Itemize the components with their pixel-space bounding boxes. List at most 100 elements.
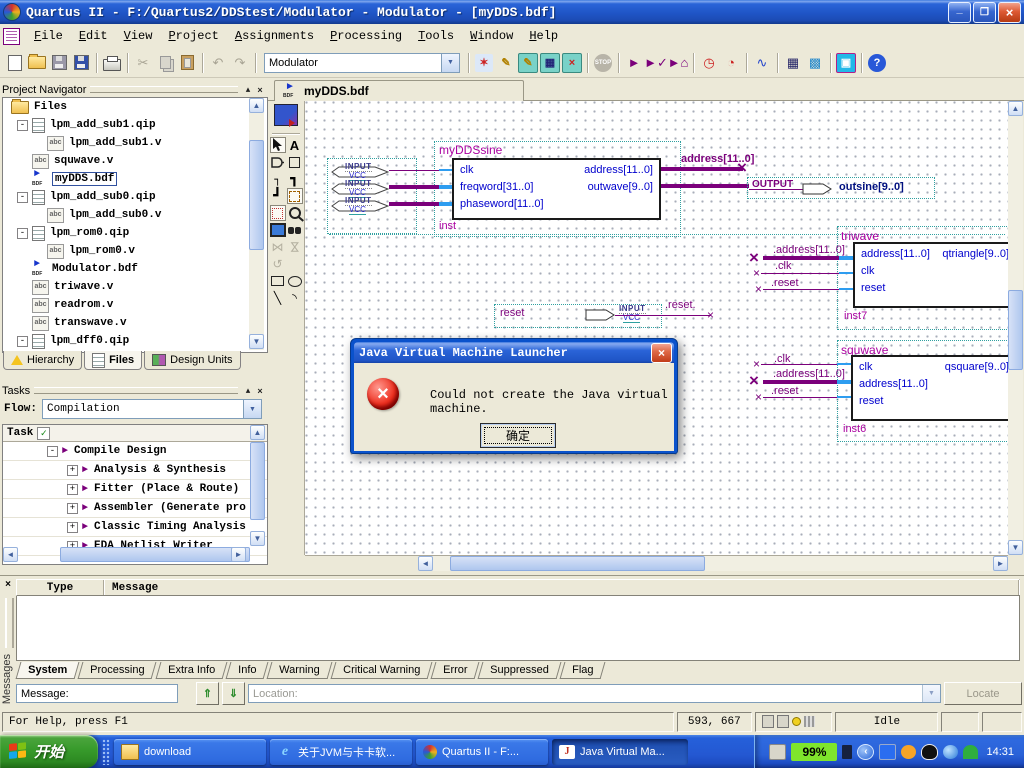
undo-icon[interactable]: ↶ <box>207 52 229 74</box>
scroll-up-icon[interactable] <box>249 98 264 113</box>
tree-item[interactable]: lpm_rom0.v <box>3 242 267 260</box>
message-field[interactable]: Message: <box>16 684 178 703</box>
scroll-down-icon[interactable] <box>250 531 265 546</box>
scroll-up-icon[interactable] <box>1008 101 1023 116</box>
next-message-icon[interactable]: ⇓ <box>222 682 245 705</box>
tree-item[interactable]: Modulator.bdf <box>3 260 267 278</box>
selection-tool-icon[interactable] <box>270 137 286 153</box>
menu-file[interactable]: File <box>26 26 71 46</box>
classic-timing-icon[interactable]: ◷ <box>698 52 720 74</box>
expand-icon[interactable] <box>67 522 78 533</box>
close-panel-icon[interactable] <box>254 385 266 397</box>
scroll-down-icon[interactable] <box>1008 540 1023 555</box>
tree-item[interactable]: lpm_dff0.qip <box>3 332 267 350</box>
tab-extra-info[interactable]: Extra Info <box>155 662 227 679</box>
zoom-tool-icon[interactable] <box>287 205 303 221</box>
assignment-editor-icon[interactable]: ✎ <box>517 52 539 74</box>
alert-icon[interactable] <box>901 745 916 759</box>
orthogonal-node-tool-icon[interactable]: ┐ <box>270 171 286 187</box>
pin-planner-icon[interactable]: ▦ <box>539 52 561 74</box>
mdi-child-icon[interactable] <box>3 28 20 45</box>
tree-item[interactable]: lpm_add_sub0.v <box>3 206 267 224</box>
analysis-synthesis-icon[interactable]: ►✓ <box>645 52 667 74</box>
umbrella-icon[interactable] <box>963 745 978 759</box>
editor-vscrollbar-thumb[interactable] <box>1008 290 1023 370</box>
oval-tool-icon[interactable] <box>287 273 303 289</box>
use-rubberbanding-icon[interactable] <box>287 188 303 204</box>
save-all-icon[interactable] <box>70 52 92 74</box>
tab-flag[interactable]: Flag <box>560 662 606 679</box>
tree-item[interactable]: lpm_add_sub0.qip <box>3 188 267 206</box>
editor-hscrollbar-thumb[interactable] <box>450 556 705 571</box>
tree-item[interactable]: lpm_add_sub1.qip <box>3 116 267 134</box>
symbol-tool-icon[interactable] <box>270 154 286 170</box>
rtl-viewer-icon[interactable]: ▦ <box>782 52 804 74</box>
close-panel-icon[interactable] <box>254 84 266 96</box>
task-row[interactable]: Analysis & Synthesis <box>3 461 267 480</box>
taskbar-task-download[interactable]: download <box>114 739 266 765</box>
tab-design-units[interactable]: Design Units <box>144 351 240 370</box>
block-tool-icon[interactable] <box>287 154 303 170</box>
arc-tool-icon[interactable]: ◝ <box>287 290 303 306</box>
simulator-icon[interactable]: ∿ <box>751 52 773 74</box>
flip-vertical-icon[interactable]: ⋈ <box>287 239 303 255</box>
ok-button[interactable]: 确定 <box>480 423 556 448</box>
schematic-canvas[interactable]: myDDSsine clk freqword[31..0] phaseword[… <box>305 101 1008 555</box>
tab-suppressed[interactable]: Suppressed <box>478 662 562 679</box>
previous-message-icon[interactable]: ⇑ <box>196 682 219 705</box>
network-icon[interactable] <box>879 744 896 760</box>
copy-icon[interactable] <box>154 52 176 74</box>
tree-root[interactable]: Files <box>3 98 267 116</box>
menu-edit[interactable]: Edit <box>71 26 116 46</box>
paste-icon[interactable] <box>176 52 198 74</box>
redo-icon[interactable]: ↷ <box>229 52 251 74</box>
cut-icon[interactable]: ✂ <box>132 52 154 74</box>
battery-meter[interactable]: 99% <box>791 743 837 761</box>
tree-item[interactable]: transwave.v <box>3 314 267 332</box>
line-tool-icon[interactable]: ╲ <box>270 290 286 306</box>
restore-button[interactable] <box>973 2 996 23</box>
tab-system[interactable]: System <box>16 662 80 679</box>
menu-assignments[interactable]: Assignments <box>227 26 322 46</box>
orthogonal-conduit-tool-icon[interactable]: ┛ <box>270 188 286 204</box>
tree-item[interactable]: squwave.v <box>3 152 267 170</box>
scroll-left-icon[interactable] <box>3 547 18 562</box>
triwave-block[interactable]: address[11..0] clk reset qtriangle[9..0] <box>853 242 1008 308</box>
input-pin[interactable] <box>585 309 615 321</box>
flip-horizontal-icon[interactable]: ⋈ <box>270 239 286 255</box>
output-pin[interactable] <box>802 183 832 195</box>
keyboard-layout-icon[interactable] <box>769 744 786 760</box>
find-icon[interactable] <box>287 222 303 238</box>
chevron-down-icon[interactable] <box>243 400 261 418</box>
input-pin[interactable]: INPUT VCC <box>331 196 391 214</box>
orthogonal-bus-tool-icon[interactable]: ┓ <box>287 171 303 187</box>
collapse-icon[interactable] <box>17 336 28 347</box>
collapse-icon[interactable] <box>17 120 28 131</box>
input-pin[interactable]: INPUT VCC <box>331 162 391 180</box>
tab-hierarchy[interactable]: Hierarchy <box>3 351 82 370</box>
tree-item[interactable]: readrom.v <box>3 296 267 314</box>
menu-window[interactable]: Window <box>462 26 521 46</box>
chevron-down-icon[interactable] <box>441 54 459 72</box>
help-icon[interactable]: ? <box>866 52 888 74</box>
tab-files[interactable]: Files <box>84 351 142 370</box>
collapse-panel-icon[interactable] <box>242 385 254 397</box>
save-icon[interactable] <box>48 52 70 74</box>
locate-button[interactable]: Locate <box>944 682 1022 705</box>
menu-view[interactable]: View <box>116 26 161 46</box>
collapse-icon[interactable] <box>17 192 28 203</box>
edit-settings-icon[interactable]: ✎ <box>495 52 517 74</box>
tree-scrollbar-thumb[interactable] <box>249 140 264 250</box>
menu-processing[interactable]: Processing <box>322 26 410 46</box>
task-row[interactable]: Compile Design <box>3 442 267 461</box>
project-select-combobox[interactable]: Modulator <box>264 53 460 73</box>
tab-critical-warning[interactable]: Critical Warning <box>330 662 432 679</box>
chevron-down-icon[interactable] <box>922 685 940 702</box>
tree-item[interactable]: lpm_add_sub1.v <box>3 134 267 152</box>
menu-help[interactable]: Help <box>521 26 566 46</box>
close-panel-icon[interactable] <box>2 579 14 591</box>
new-icon[interactable] <box>4 52 26 74</box>
task-scrollbar-thumb[interactable] <box>250 442 265 520</box>
menu-project[interactable]: Project <box>160 26 226 46</box>
browser-icon[interactable] <box>943 745 958 759</box>
